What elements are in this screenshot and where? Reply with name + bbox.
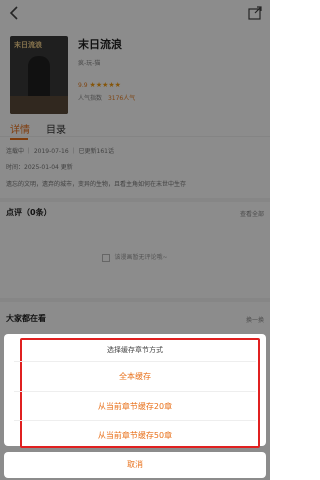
cancel-button[interactable]: 取消 xyxy=(4,452,266,478)
sheet-divider xyxy=(14,361,256,362)
cache-all-option[interactable]: 全本缓存 xyxy=(4,371,266,382)
cache-50-chapters-option[interactable]: 从当前章节缓存50章 xyxy=(4,430,266,441)
cache-20-chapters-option[interactable]: 从当前章节缓存20章 xyxy=(4,401,266,412)
sheet-heading: 选择缓存章节方式 xyxy=(107,346,163,354)
cache-options-sheet: 选择缓存章节方式 全本缓存 从当前章节缓存20章 从当前章节缓存50章 xyxy=(4,334,266,448)
sheet-divider xyxy=(14,391,256,392)
sheet-divider xyxy=(14,420,256,421)
